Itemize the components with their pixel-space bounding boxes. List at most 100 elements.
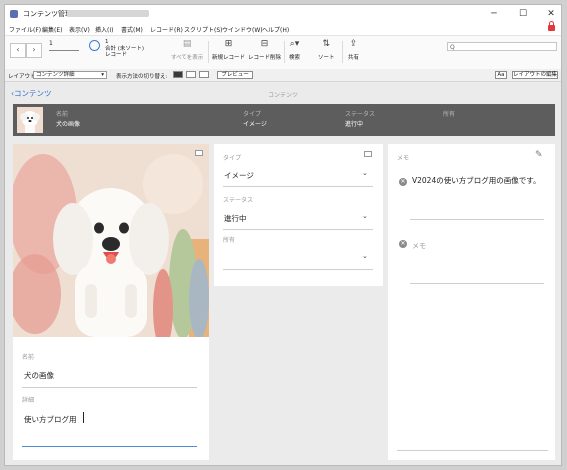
record-header: 名前 犬の画像 タイプ イメージ ステータス 進行中 所有: [13, 104, 555, 136]
header-owner: 所有: [443, 109, 455, 118]
header-type-label: タイプ: [243, 111, 262, 118]
edit-icon[interactable]: ✎: [535, 150, 543, 160]
owner-label: 所有: [223, 237, 236, 244]
share-label: 共有: [348, 55, 360, 61]
delete-memo-icon[interactable]: ✕: [399, 240, 407, 248]
found-count-info: 1 合計 (未ソート) レコード: [105, 39, 144, 59]
detail-field-focus-underline: [22, 446, 197, 447]
minimize-button[interactable]: ─: [483, 7, 505, 21]
previous-record-button[interactable]: ‹: [10, 43, 26, 58]
type-select[interactable]: イメージ: [224, 170, 254, 181]
table-view-button[interactable]: [199, 71, 209, 78]
show-all-button[interactable]: ▤ すべてを表示: [171, 39, 203, 61]
header-type: タイプ イメージ: [243, 109, 267, 128]
next-record-button[interactable]: ›: [26, 43, 42, 58]
toolbar-divider: [208, 41, 209, 63]
search-icon: ⌕▾: [289, 39, 300, 49]
lock-icon[interactable]: [548, 21, 555, 31]
sort-icon: ⇅: [322, 39, 331, 49]
detail-field[interactable]: 使い方ブログ用: [24, 414, 77, 425]
preview-button[interactable]: プレビュー: [217, 71, 253, 79]
app-icon: [10, 10, 18, 18]
image-thumbnail: [17, 107, 43, 133]
find-label: 検索: [289, 55, 301, 61]
dog-illustration-image: [13, 144, 209, 337]
formatting-bar-button[interactable]: Aa: [495, 71, 507, 79]
list-view-button[interactable]: [186, 71, 196, 78]
delete-record-label: レコード削除: [248, 55, 282, 61]
delete-record-icon: ⊟: [260, 39, 269, 49]
layout-select-value: コンテンツ詳細: [36, 72, 75, 78]
header-owner-label: 所有: [443, 111, 456, 118]
view-switch-label: 表示方法の切り替え:: [116, 74, 168, 80]
chevron-down-icon[interactable]: ⌄: [362, 212, 368, 220]
status-select-underline: [223, 229, 373, 230]
find-button[interactable]: ⌕▾ 検索: [289, 39, 300, 61]
name-field[interactable]: 犬の画像: [24, 370, 54, 381]
menu-scripts[interactable]: スクリプト(S): [184, 25, 223, 34]
menu-window[interactable]: ウインドウ(W): [222, 25, 263, 34]
menu-view[interactable]: 表示(V): [69, 25, 90, 34]
memo-title: メモ: [397, 155, 410, 162]
close-button[interactable]: ✕: [540, 7, 561, 21]
app-window: コンテンツ管理 ( ─ ☐ ✕ ファイル(F) 編集(E) 表示(V) 挿入(I…: [4, 4, 562, 466]
header-status: ステータス 進行中: [345, 109, 375, 128]
edit-layout-button[interactable]: レイアウトの編集: [512, 71, 558, 79]
type-select-underline: [223, 186, 373, 187]
layout-select[interactable]: コンテンツ詳細 ▾: [33, 71, 107, 79]
chevron-down-icon[interactable]: ⌄: [362, 169, 368, 177]
detail-label: 詳細: [22, 397, 35, 404]
status-select[interactable]: 進行中: [224, 213, 247, 224]
status-label: ステータス: [223, 197, 254, 204]
properties-panel: タイプ イメージ ⌄ ステータス 進行中 ⌄ 所有 ⌄: [214, 144, 383, 286]
maximize-button[interactable]: ☐: [512, 7, 534, 21]
text-cursor: [83, 412, 84, 423]
menu-edit[interactable]: 編集(E): [42, 25, 62, 34]
page-title: コンテンツ: [267, 92, 298, 99]
menu-records[interactable]: レコード(R): [150, 25, 183, 34]
menu-insert[interactable]: 挿入(I): [95, 25, 113, 34]
menu-bar: ファイル(F) 編集(E) 表示(V) 挿入(I) 書式(M) レコード(R) …: [5, 21, 561, 35]
delete-record-button[interactable]: ⊟ レコード削除: [248, 39, 281, 61]
menu-file[interactable]: ファイル(F): [9, 25, 41, 34]
new-record-icon: ⊞: [224, 39, 233, 49]
quick-find-input[interactable]: Q: [447, 42, 557, 51]
header-name-label: 名前: [56, 111, 69, 118]
show-all-label: すべてを表示: [171, 55, 204, 61]
toolbar-divider: [342, 41, 343, 63]
image-panel: 名前 犬の画像 詳細 使い方ブログ用: [13, 144, 209, 460]
header-status-value: 進行中: [345, 121, 364, 128]
layout-content: ‹コンテンツ コンテンツ 名前 犬の画像 タイプ イメージ ステータス 進行中 …: [5, 82, 561, 465]
image-icon[interactable]: [195, 150, 203, 156]
new-record-button[interactable]: ⊞ 新規レコード: [212, 39, 245, 61]
record-slider[interactable]: [49, 50, 79, 51]
owner-select-underline: [223, 269, 373, 270]
form-view-button[interactable]: [173, 71, 183, 78]
redacted-title-text: [67, 10, 149, 17]
share-button[interactable]: ⇪ 共有: [348, 39, 359, 61]
header-type-value: イメージ: [243, 121, 267, 128]
memo-new-input[interactable]: メモ: [412, 241, 426, 251]
delete-memo-icon[interactable]: ✕: [399, 178, 407, 186]
sort-button[interactable]: ⇅ ソート: [318, 39, 335, 61]
chevron-down-icon: ▾: [101, 72, 104, 78]
sort-label: ソート: [318, 55, 335, 61]
memo-entry-1[interactable]: V2024の使い方ブログ用の画像です。: [412, 176, 544, 186]
name-label: 名前: [22, 354, 35, 361]
menu-help[interactable]: ヘルプ(H): [262, 25, 289, 34]
memo-entry-2-underline: [410, 283, 544, 284]
image-container[interactable]: [13, 144, 209, 337]
found-unit: レコード: [105, 52, 128, 58]
status-toolbar: ‹ › 1 1 合計 (未ソート) レコード ▤ すべてを表示 ⊞ 新規レコード…: [5, 35, 561, 71]
header-status-label: ステータス: [345, 111, 376, 118]
header-name-value: 犬の画像: [56, 121, 81, 128]
menu-format[interactable]: 書式(M): [121, 25, 143, 34]
current-record-number[interactable]: 1: [49, 40, 53, 47]
memo-panel-bottom-line: [397, 450, 548, 451]
header-name: 名前 犬の画像: [56, 109, 80, 128]
name-field-underline: [22, 387, 197, 388]
chevron-down-icon[interactable]: ⌄: [362, 252, 368, 260]
copy-icon[interactable]: [364, 151, 372, 157]
toolbar-divider: [284, 41, 285, 63]
memo-entry-1-underline: [410, 219, 544, 220]
